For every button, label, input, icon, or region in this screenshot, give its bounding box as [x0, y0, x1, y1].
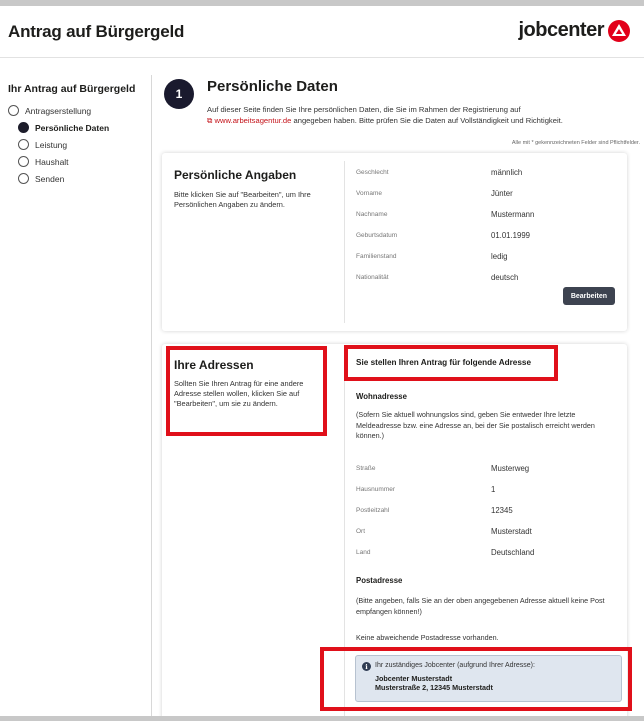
field-label: Geburtsdatum [356, 232, 398, 239]
intro-text: Auf dieser Seite finden Sie Ihre persönl… [207, 105, 637, 126]
intro-text-part2: angegeben haben. Bitte prüfen Sie die Da… [293, 115, 563, 125]
jobcenter-logo-icon [608, 19, 630, 42]
field-label: Ort [356, 528, 366, 535]
personal-info-heading: Persönliche Angaben [174, 168, 297, 182]
step-circle-icon [18, 156, 29, 167]
addresses-card: Ihre Adressen Sollten Sie Ihren Antrag f… [162, 344, 627, 721]
field-value: Jünter [491, 189, 513, 198]
jobcenter-name: Jobcenter Musterstadt [375, 674, 453, 683]
jobcenter-info-box: i Ihr zuständiges Jobcenter (aufgrund Ih… [355, 655, 622, 702]
step-label: Antragserstellung [25, 105, 92, 116]
app-title: Antrag auf Bürgergeld [8, 22, 185, 41]
info-icon: i [362, 662, 371, 671]
personal-info-card: Persönliche Angaben Bitte klicken Sie au… [162, 153, 627, 331]
step-haushalt[interactable]: Haushalt [8, 153, 109, 170]
bottom-bar [0, 716, 644, 721]
sidebar-title: Ihr Antrag auf Bürgergeld [8, 83, 136, 95]
edit-personal-button[interactable]: Bearbeiten [562, 287, 615, 305]
addresses-description: Sollten Sie Ihren Antrag für eine andere… [174, 379, 304, 408]
field-value: männlich [491, 168, 523, 177]
postal-address-note: (Bitte angeben, falls Sie an der oben an… [356, 596, 605, 616]
app-header: Antrag auf Bürgergeld jobcenter [0, 6, 644, 58]
step-navigation: Antragserstellung Persönliche Daten Leis… [8, 102, 109, 187]
field-label: Geschlecht [356, 169, 389, 176]
field-value: deutsch [491, 273, 519, 282]
field-label: Postleitzahl [356, 507, 390, 514]
field-value: 1 [491, 485, 496, 494]
home-address-note: (Sofern Sie aktuell wohnungslos sind, ge… [356, 410, 595, 440]
jobcenter-address: Musterstraße 2, 12345 Musterstadt [375, 683, 493, 692]
field-label: Hausnummer [356, 486, 396, 493]
field-value: Mustermann [491, 210, 535, 219]
page-title: Persönliche Daten [207, 78, 338, 95]
field-value: Deutschland [491, 548, 535, 557]
field-label: Land [356, 549, 371, 556]
step-number-badge: 1 [164, 79, 194, 109]
card-divider [344, 352, 345, 721]
field-value: Musterweg [491, 464, 530, 473]
field-label: Nationalität [356, 274, 389, 281]
field-label: Nachname [356, 211, 388, 218]
step-circle-icon [8, 105, 19, 116]
postal-address-heading: Postadresse [356, 576, 403, 585]
field-value: Musterstadt [491, 527, 532, 536]
info-title: Ihr zuständiges Jobcenter (aufgrund Ihre… [375, 662, 535, 669]
step-label: Persönliche Daten [35, 122, 110, 133]
main-content: 1 Persönliche Daten Auf dieser Seite fin… [152, 58, 644, 721]
required-fields-note: Alle mit * gekennzeichneten Felder sind … [511, 140, 640, 146]
field-label: Familienstand [356, 253, 397, 260]
arbeitsagentur-link[interactable]: www.arbeitsagentur.de [215, 116, 292, 125]
step-circle-icon [18, 173, 29, 184]
addresses-heading: Ihre Adressen [174, 358, 254, 372]
field-value: 12345 [491, 506, 513, 515]
logo-text: jobcenter [518, 19, 604, 41]
sidebar: Ihr Antrag auf Bürgergeld Antragserstell… [0, 58, 152, 721]
jobcenter-logo[interactable]: jobcenter [518, 19, 630, 42]
personal-info-description: Bitte klicken Sie auf "Bearbeiten", um I… [174, 190, 311, 209]
step-label: Leistung [35, 139, 68, 150]
step-antragserstellung[interactable]: Antragserstellung [8, 102, 109, 119]
external-link-icon: ⧉ [207, 115, 213, 125]
card-divider [344, 161, 345, 323]
postal-address-none: Keine abweichende Postadresse vorhanden. [356, 633, 499, 642]
address-section-title: Sie stellen Ihren Antrag für folgende Ad… [356, 358, 532, 367]
step-label: Senden [35, 173, 65, 184]
step-senden[interactable]: Senden [8, 170, 109, 187]
step-circle-icon [18, 139, 29, 150]
field-value: ledig [491, 252, 508, 261]
intro-text-part1: Auf dieser Seite finden Sie Ihre persönl… [207, 105, 521, 114]
field-label: Straße [356, 465, 376, 472]
step-label: Haushalt [35, 156, 69, 167]
step-circle-filled-icon [18, 122, 29, 133]
step-persoenliche-daten[interactable]: Persönliche Daten [8, 119, 109, 136]
field-value: 01.01.1999 [491, 231, 531, 240]
step-leistung[interactable]: Leistung [8, 136, 109, 153]
field-label: Vorname [356, 190, 383, 197]
home-address-heading: Wohnadresse [356, 392, 407, 401]
